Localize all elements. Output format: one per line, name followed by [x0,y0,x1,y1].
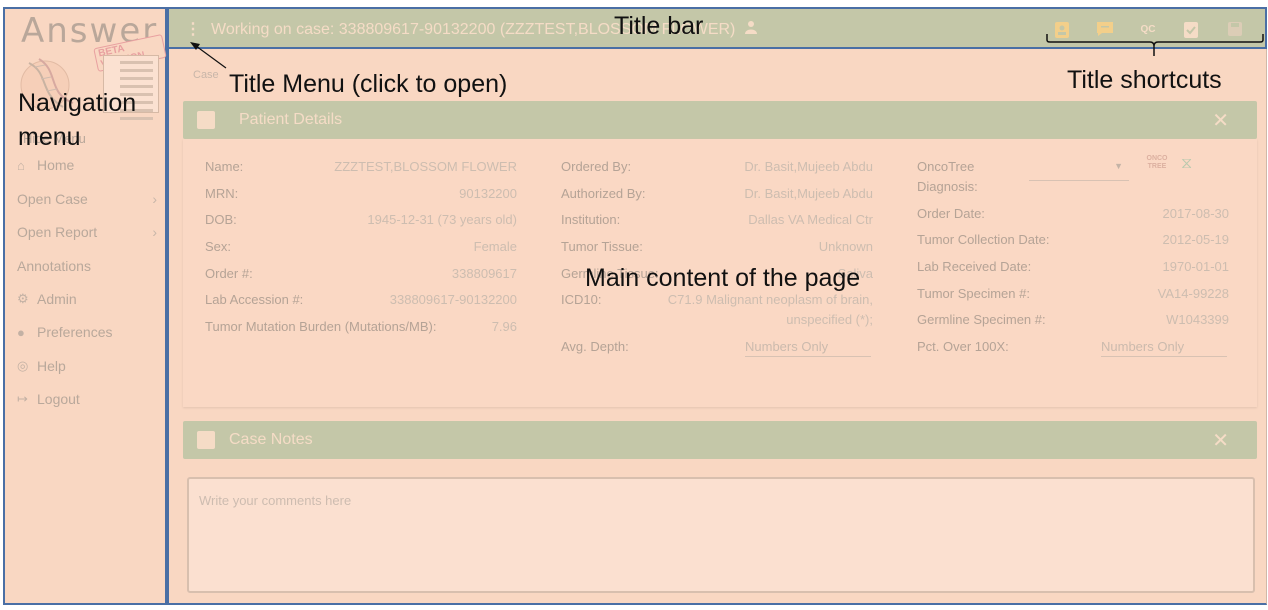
save-icon [1228,22,1242,36]
title-bar: ⋮ Working on case: 338809617-90132200 (Z… [167,7,1267,49]
field-label: Authorized By: [561,186,646,201]
home-icon: ⌂ [17,157,25,173]
nav-item-open-report[interactable]: Open Report › [17,224,157,240]
field-value: Dallas VA Medical Ctr [748,212,873,227]
nav-item-help[interactable]: ◎ Help [17,358,157,374]
oncotree-logo[interactable]: ONCO TREE [1145,155,1169,171]
field-label: Tumor Mutation Burden (Mutations/MB): [205,319,437,334]
field-label: ICD10: [561,292,602,307]
annotation-title-bar: Title bar [614,12,704,40]
field-value: 338809617 [451,266,517,281]
field-label: Tumor Specimen #: [917,286,1030,301]
nav-item-annotations[interactable]: Annotations [17,258,157,274]
nav-item-logout[interactable]: ↦ Logout [17,391,157,407]
dropdown-arrow-icon: ▼ [1114,161,1123,171]
field-value: 2017-08-30 [1162,206,1230,221]
pct-over-100x-input[interactable]: Numbers Only [1101,335,1227,357]
field-value: 1970-01-01 [1162,259,1230,274]
lifebuoy-icon: ◎ [17,358,29,373]
annotation-title-menu: Title Menu (click to open) [229,70,508,98]
main-content: Case Patient Details ✕ Name: ZZZTEST,BLO… [167,49,1267,605]
user-circle-icon: ● [17,324,25,340]
field-value: ZZZTEST,BLOSSOM FLOWER [334,159,517,174]
nav-item-open-case[interactable]: Open Case › [17,191,157,207]
field-value: Dr. Basit,Mujeeb Abdu [744,159,873,174]
field-label: Sex: [205,239,232,254]
case-notes-header: Case Notes ✕ [183,421,1257,459]
case-notes-shortcut[interactable] [1094,18,1116,40]
field-value: unspecified (*); [786,312,873,327]
annotation-title-shortcuts: Title shortcuts [1067,66,1222,94]
nav-item-label: Admin [37,291,77,307]
save-shortcut[interactable] [1224,18,1246,40]
annotation-navigation-menu: Navigation menu [18,86,136,154]
hourglass-icon: ⧖ [1181,155,1193,172]
nav-item-label: Home [37,157,75,173]
chevron-right-icon: › [152,191,157,207]
nav-item-label: Help [37,358,66,374]
review-shortcut[interactable] [1180,18,1202,40]
logout-icon: ↦ [17,391,28,406]
field-value: W1043399 [1166,312,1229,327]
comment-icon [197,431,215,449]
id-badge-icon [197,111,215,129]
nav-item-label: Annotations [17,258,91,274]
field-value: 1945-12-31 (73 years old) [367,212,517,227]
title-menu-button[interactable]: ⋮ [185,19,201,39]
gear-icon: ⚙ [17,291,29,306]
field-value: 90132200 [459,186,517,201]
field-label: Tumor Collection Date: [917,232,1050,247]
nav-item-admin[interactable]: ⚙ Admin [17,291,157,307]
field-value: Unknown [818,239,873,254]
nav-item-label: Preferences [37,324,113,340]
field-label: Tumor Tissue: [561,239,643,254]
nav-item-label: Open Case [17,191,88,207]
qc-shortcut[interactable]: QC [1137,18,1159,40]
avg-depth-input[interactable]: Numbers Only [745,335,871,357]
nav-item-home[interactable]: ⌂ Home [17,157,157,173]
field-label: Order #: [205,266,253,281]
patient-details-shortcut[interactable] [1051,18,1073,40]
field-value: C71.9 Malignant neoplasm of brain, [667,292,873,307]
field-label: Diagnosis: [917,179,978,194]
field-label: OncoTree [917,159,975,174]
breadcrumb[interactable]: Case [193,69,219,81]
field-label: MRN: [205,186,239,201]
field-label: Germline Specimen #: [917,312,1046,327]
chevron-right-icon: › [152,224,157,240]
field-label: Institution: [561,212,621,227]
field-label: Lab Received Date: [917,259,1032,274]
field-label: DOB: [205,212,237,227]
field-value: VA14-99228 [1157,286,1229,301]
field-value: Dr. Basit,Mujeeb Abdu [744,186,873,201]
annotation-line: Navigation [18,89,137,117]
patient-details-title: Patient Details [239,111,343,128]
field-label: Pct. Over 100X: [917,339,1009,354]
field-value: 338809617-90132200 [389,292,517,307]
field-label: Name: [205,159,244,174]
user-icon [744,21,758,38]
nav-item-label: Logout [37,391,80,407]
field-label: Ordered By: [561,159,632,174]
field-value: 7.96 [491,319,517,334]
nav-item-label: Open Report [17,224,98,240]
field-label: Avg. Depth: [561,339,629,354]
annotation-main-content: Main content of the page [585,264,861,292]
field-value: Female [473,239,517,254]
annotation-line: menu [18,123,81,151]
case-notes-title: Case Notes [229,431,313,448]
case-notes-textarea[interactable]: Write your comments here [187,477,1255,593]
close-icon[interactable]: ✕ [1212,428,1229,453]
textarea-placeholder: Write your comments here [199,493,352,508]
close-icon[interactable]: ✕ [1212,108,1229,133]
comment-icon [1097,22,1113,36]
clipboard-check-icon [1184,22,1198,38]
oncotree-diagnosis-select[interactable]: ▼ [1029,157,1129,181]
nav-item-preferences[interactable]: ● Preferences [17,324,157,340]
field-label: Order Date: [917,206,985,221]
id-badge-icon [1055,22,1069,38]
field-label: Lab Accession #: [205,292,304,307]
field-value: 2012-05-19 [1162,232,1230,247]
patient-details-header: Patient Details ✕ [183,101,1257,139]
